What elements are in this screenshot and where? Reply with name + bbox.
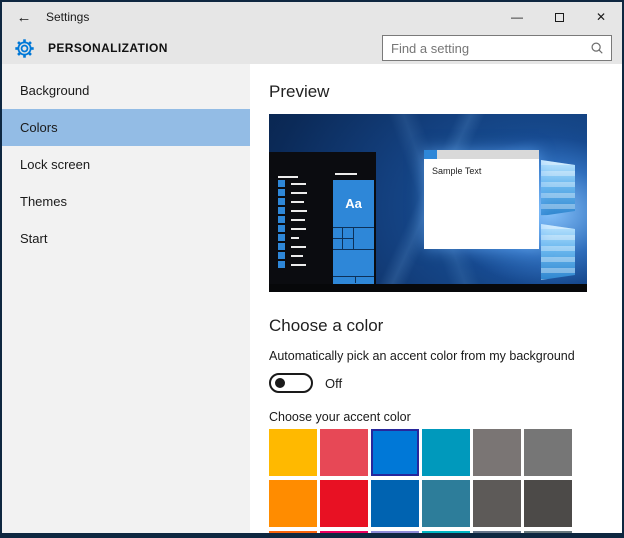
start-menu-preview: Aa (269, 152, 376, 284)
menu-tile (278, 243, 285, 250)
menu-line (278, 176, 298, 178)
tile-grid-wide-cell (354, 228, 374, 249)
menu-line (291, 264, 306, 266)
accent-swatch[interactable] (473, 531, 521, 533)
menu-line (291, 246, 306, 248)
menu-line (291, 192, 307, 194)
sidebar-item-start[interactable]: Start (2, 220, 250, 257)
menu-tile (278, 216, 285, 223)
accent-swatch[interactable] (473, 480, 521, 527)
sidebar-item-themes[interactable]: Themes (2, 183, 250, 220)
toggle-knob (275, 378, 285, 388)
accent-swatch[interactable] (524, 480, 572, 527)
gear-icon (14, 38, 35, 59)
accent-swatch[interactable] (524, 531, 572, 533)
accent-swatch[interactable] (269, 531, 317, 533)
maximize-icon (555, 13, 564, 22)
menu-tile (278, 252, 285, 259)
search-box (382, 35, 612, 61)
back-arrow-icon: ← (17, 9, 32, 26)
menu-line (291, 183, 306, 185)
theme-preview-image: Aa Sample Text (269, 114, 587, 292)
titlebar: ← Settings — ✕ (2, 2, 622, 32)
menu-tile (278, 234, 285, 241)
menu-tile (278, 207, 285, 214)
accent-swatch-selected[interactable] (371, 429, 419, 476)
accent-swatch[interactable] (320, 480, 368, 527)
sample-window-text: Sample Text (424, 159, 539, 176)
close-icon: ✕ (596, 10, 606, 24)
sidebar-item-colors[interactable]: Colors (2, 109, 250, 146)
menu-tile (278, 225, 285, 232)
preview-heading: Preview (269, 82, 622, 102)
accent-swatch[interactable] (422, 531, 470, 533)
menu-line (291, 255, 303, 257)
taskbar-preview (269, 284, 587, 292)
sidebar: Background Colors Lock screen Themes Sta… (2, 64, 250, 533)
accent-swatch[interactable] (269, 429, 317, 476)
menu-tile (278, 198, 285, 205)
window-title: Settings (46, 10, 89, 24)
tile-bottom-row (333, 276, 374, 283)
aa-tile: Aa (333, 180, 374, 227)
accent-swatch[interactable] (473, 429, 521, 476)
menu-line (291, 237, 299, 239)
close-button[interactable]: ✕ (580, 2, 622, 32)
sidebar-item-lock-screen[interactable]: Lock screen (2, 146, 250, 183)
minimize-icon: — (511, 10, 523, 24)
minimize-button[interactable]: — (496, 2, 538, 32)
accent-swatch[interactable] (524, 429, 572, 476)
back-button[interactable]: ← (2, 9, 46, 26)
main-content: Preview (250, 64, 622, 533)
menu-line (291, 219, 305, 221)
tile-grid-small-cells (333, 228, 354, 249)
menu-tile (278, 189, 285, 196)
accent-swatch[interactable] (320, 429, 368, 476)
choose-color-heading: Choose a color (269, 316, 622, 336)
accent-swatch[interactable] (422, 429, 470, 476)
maximize-button[interactable] (538, 2, 580, 32)
windows-logo-pane-bottom (541, 224, 575, 280)
menu-tile (278, 180, 285, 187)
accent-swatch[interactable] (371, 480, 419, 527)
window-body: Background Colors Lock screen Themes Sta… (2, 64, 622, 533)
menu-tile (278, 261, 285, 268)
accent-swatch[interactable] (371, 531, 419, 533)
menu-line (291, 210, 307, 212)
tile-group-title-line (335, 173, 357, 175)
menu-line (291, 201, 304, 203)
settings-window: ← Settings — ✕ (0, 0, 624, 538)
auto-accent-toggle-row: Off (269, 373, 622, 393)
accent-tile-panel: Aa (333, 180, 374, 284)
accent-color-label: Choose your accent color (269, 410, 622, 424)
menu-line (291, 228, 306, 230)
auto-accent-label: Automatically pick an accent color from … (269, 349, 622, 363)
accent-color-grid (269, 429, 622, 533)
toggle-state-label: Off (325, 376, 342, 391)
page-header: PERSONALIZATION (2, 32, 622, 64)
tile-solid (333, 250, 374, 276)
sample-window-preview: Sample Text (424, 150, 539, 249)
windows-logo-pane-top (541, 160, 575, 216)
tile-grid (333, 227, 374, 250)
accent-swatch[interactable] (320, 531, 368, 533)
search-icon[interactable] (590, 41, 604, 55)
search-input[interactable] (383, 41, 590, 56)
accent-swatch[interactable] (422, 480, 470, 527)
auto-accent-toggle[interactable] (269, 373, 313, 393)
accent-swatch[interactable] (269, 480, 317, 527)
sample-window-titlebar (424, 150, 539, 159)
sidebar-item-background[interactable]: Background (2, 72, 250, 109)
sample-window-accent-square (424, 150, 437, 159)
page-title: PERSONALIZATION (48, 41, 168, 55)
